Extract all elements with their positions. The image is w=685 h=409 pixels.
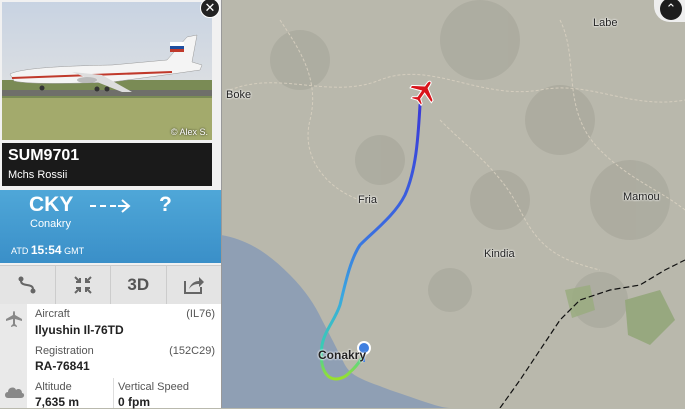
- altitude-label: Altitude: [35, 381, 72, 393]
- altitude-row: Altitude 7,635 m Vertical Speed 0 fpm: [0, 378, 221, 409]
- aircraft-label: Aircraft: [35, 308, 70, 320]
- aircraft-photo[interactable]: © Alex S.: [2, 2, 212, 140]
- flight-toolbar: 3D: [0, 265, 221, 305]
- departure-time: ATD 15:54 GMT: [11, 243, 84, 257]
- origin-code[interactable]: CKY: [29, 193, 73, 217]
- registration-row: Registration (152C29) RA-76841: [0, 342, 221, 379]
- chevron-up-icon: ⌃: [660, 0, 682, 20]
- flight-info-panel: © Alex S. ✕ SUM9701 Mchs Rossii CKY Cona…: [0, 0, 222, 409]
- map-label-kindia: Kindia: [484, 248, 515, 260]
- origin-name: Conakry: [30, 218, 71, 230]
- close-icon[interactable]: ✕: [200, 0, 220, 18]
- atd-label: ATD: [11, 246, 29, 256]
- airline-name: Mchs Rossii: [8, 169, 68, 181]
- map-label-mamou: Mamou: [623, 191, 660, 203]
- share-button[interactable]: [167, 266, 222, 304]
- aircraft-row: Aircraft (IL76) Ilyushin Il-76TD: [0, 304, 221, 343]
- collapse-arrows-icon: [74, 276, 92, 294]
- airplane-icon: [0, 304, 27, 342]
- atd-zone: GMT: [64, 246, 85, 256]
- spacer: [0, 342, 27, 378]
- flight-header: SUM9701 Mchs Rossii: [2, 143, 212, 186]
- map-label-labe: Labe: [593, 17, 618, 29]
- share-icon: [183, 277, 204, 294]
- registration-label: Registration: [35, 345, 94, 357]
- route-button[interactable]: [0, 266, 56, 304]
- callsign: SUM9701: [8, 147, 80, 164]
- registration-code: (152C29): [169, 345, 215, 357]
- vertical-speed-value: 0 fpm: [118, 395, 151, 409]
- aircraft-type-code: (IL76): [186, 308, 215, 320]
- route-panel: CKY Conakry ? ATD 15:54 GMT: [0, 190, 221, 263]
- cloud-icon: [0, 378, 27, 408]
- altitude-value: 7,635 m: [35, 395, 80, 409]
- registration-value: RA-76841: [35, 359, 90, 373]
- route-icon: [18, 276, 36, 294]
- arrow-right-icon: [88, 196, 134, 221]
- vertical-speed-label: Vertical Speed: [118, 381, 189, 393]
- map-label-boke: Boke: [226, 89, 252, 101]
- three-d-view-button[interactable]: 3D: [111, 266, 167, 304]
- map-label-fria: Fria: [358, 194, 377, 206]
- atd-time: 15:54: [30, 243, 62, 257]
- destination-code: ?: [159, 193, 172, 216]
- aircraft-type: Ilyushin Il-76TD: [35, 323, 124, 337]
- map-label-conakry: Conakry: [318, 348, 367, 362]
- photo-credit: © Alex S.: [170, 127, 208, 137]
- center-aircraft-button[interactable]: [56, 266, 111, 304]
